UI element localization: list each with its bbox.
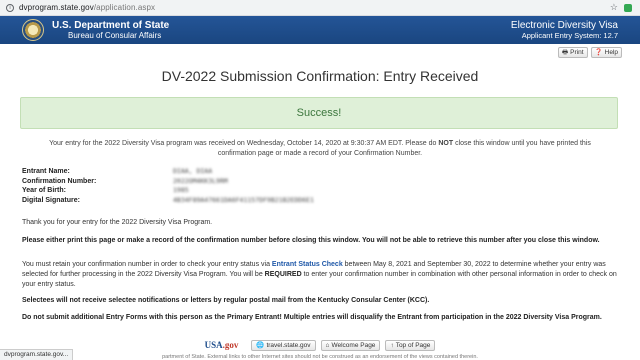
digital-signature-value: 4B34F89A47661DA6F41157DF9B21B2EDD6E1 — [173, 195, 314, 204]
intro-text-emphasis: NOT — [438, 140, 454, 147]
detail-row: Digital Signature: 4B34F89A47661DA6F4115… — [22, 196, 422, 206]
entrant-status-check-link[interactable]: Entrant Status Check — [272, 261, 343, 268]
home-icon: ⌂ — [325, 341, 330, 349]
intro-text-start: Your entry for the 2022 Diversity Visa p… — [49, 140, 439, 147]
print-warning: Please either print this page or make a … — [22, 236, 618, 246]
url-path: /application.aspx — [93, 3, 156, 12]
usagov-logo-suffix: .gov — [222, 340, 239, 350]
print-button[interactable]: 🖶 Print — [558, 47, 588, 58]
globe-icon: 🌐 — [256, 341, 265, 349]
page-footer: USA.gov 🌐 travel.state.gov ⌂ Welcome Page … — [0, 338, 640, 352]
entrant-name-value: DIAA, DIAA — [173, 167, 213, 175]
bookmark-star-icon[interactable]: ☆ — [610, 3, 618, 12]
print-label: Print — [570, 49, 584, 56]
top-label: Top of Page — [395, 341, 431, 349]
thanks-text: Thank you for your entry for the 2022 Di… — [22, 219, 213, 226]
intro-text: Your entry for the 2022 Diversity Visa p… — [30, 139, 610, 159]
page-tools: 🖶 Print ❓ Help — [558, 47, 622, 58]
retain-text-emphasis: REQUIRED — [264, 270, 302, 278]
success-banner: Success! — [20, 97, 618, 129]
system-version: Applicant Entry System: 12.7 — [521, 30, 618, 40]
department-seal-logo — [22, 19, 44, 41]
extension-icon[interactable] — [624, 3, 632, 12]
year-of-birth-value: 1985 — [173, 186, 189, 195]
welcome-label: Welcome Page — [331, 341, 376, 349]
digital-signature-label: Digital Signature: — [22, 196, 80, 204]
page-title: DV-2022 Submission Confirmation: Entry R… — [161, 68, 479, 84]
agency-name: U.S. Department of State Bureau of Consu… — [52, 20, 169, 41]
system-title: Electronic Diversity Visa — [510, 19, 618, 31]
system-name: Electronic Diversity Visa Applicant Entr… — [511, 20, 618, 41]
selectees-note: Selectees will not receive selectee noti… — [22, 296, 618, 306]
travel-label: travel.state.gov — [266, 341, 311, 349]
duplicate-entry-text: Do not submit additional Entry Forms wit… — [22, 314, 602, 321]
selectees-note-text: Selectees will not receive selectee noti… — [22, 297, 430, 304]
retain-confirmation-text: You must retain your confirmation number… — [22, 260, 618, 289]
arrow-up-icon: ↑ — [390, 341, 394, 349]
duplicate-entry-warning: Do not submit additional Entry Forms wit… — [22, 313, 618, 323]
welcome-page-button[interactable]: ⌂ Welcome Page — [320, 339, 381, 351]
site-header: U.S. Department of State Bureau of Consu… — [0, 16, 640, 44]
usagov-logo[interactable]: USA.gov — [205, 340, 239, 350]
info-icon[interactable]: i — [6, 3, 14, 12]
browser-address-bar[interactable]: i dvprogram.state.gov/application.aspx ☆ — [0, 0, 640, 16]
year-of-birth-label: Year of Birth: — [22, 187, 66, 195]
entry-details: Entrant Name: DIAA, DIAA Confirmation Nu… — [22, 167, 422, 205]
confirmation-number-label: Confirmation Number: — [22, 177, 97, 185]
travel-state-gov-button[interactable]: 🌐 travel.state.gov — [251, 339, 316, 351]
url-text[interactable]: dvprogram.state.gov/application.aspx — [19, 3, 155, 12]
agency-title: U.S. Department of State — [52, 19, 170, 31]
print-warning-text: Please either print this page or make a … — [22, 237, 600, 244]
usagov-logo-text: USA — [204, 340, 223, 350]
entrant-name-label: Entrant Name: — [22, 168, 70, 175]
detail-row: Entrant Name: DIAA, DIAA — [22, 167, 422, 177]
url-host: dvprogram.state.gov — [19, 3, 94, 12]
detail-row: Year of Birth: 1985 — [22, 186, 422, 196]
external-links-disclaimer: partment of State. External links to oth… — [162, 354, 478, 360]
help-icon: ❓ — [594, 49, 603, 56]
printer-icon: 🖶 — [562, 49, 569, 56]
agency-subtitle: Bureau of Consular Affairs — [68, 30, 162, 40]
detail-row: Confirmation Number: 2022OM4KK3L9RM — [22, 177, 422, 187]
browser-status-bar: dvprogram.state.gov... — [0, 349, 74, 360]
help-label: Help — [604, 49, 618, 56]
retain-text-start: You must retain your confirmation number… — [22, 261, 272, 268]
help-button[interactable]: ❓ Help — [590, 47, 622, 58]
confirmation-number-value: 2022OM4KK3L9RM — [173, 176, 228, 185]
top-of-page-button[interactable]: ↑ Top of Page — [385, 339, 436, 351]
